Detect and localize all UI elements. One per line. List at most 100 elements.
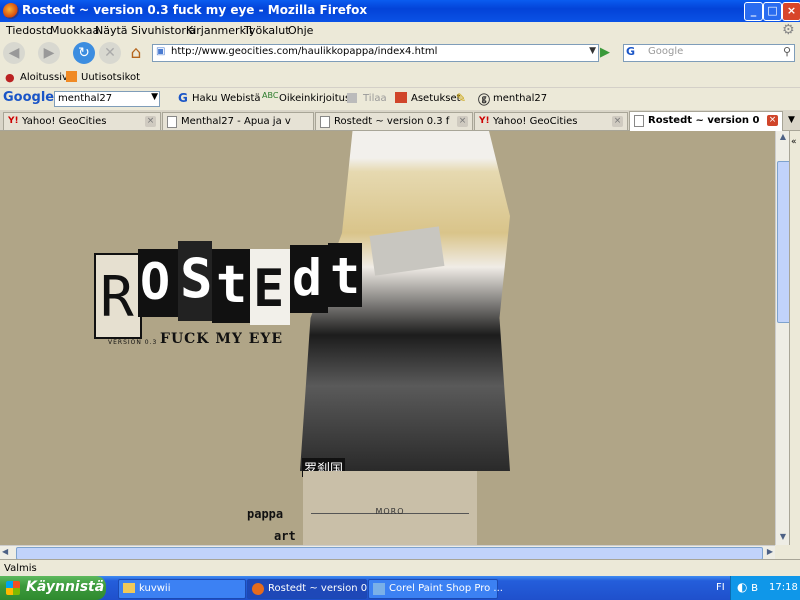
tab-yahoo-geocities-2[interactable]: Y! Yahoo! GeoCities × — [474, 112, 628, 130]
system-tray: ◐ ʙ 17:18 — [730, 576, 800, 600]
firefox-icon — [252, 583, 264, 595]
windows-logo-icon — [6, 581, 20, 595]
throbber-icon: ⚙ — [782, 22, 795, 38]
close-icon[interactable]: × — [767, 115, 778, 126]
logo-letter-o: O — [140, 253, 171, 311]
user-icon: ⓖ — [478, 93, 491, 107]
tab-menthal27[interactable]: Menthal27 - Apua ja vinkkej... — [162, 112, 314, 130]
tab-bar: Y! Yahoo! GeoCities × Menthal27 - Apua j… — [0, 110, 800, 131]
tab-label: Rostedt ~ version 0.3 fuck ... — [334, 116, 450, 127]
close-button[interactable]: × — [782, 2, 800, 21]
window-titlebar[interactable]: Rostedt ~ version 0.3 fuck my eye - Mozi… — [0, 0, 800, 22]
taskbar: Käynnistä kuvwii Rostedt ~ version 0....… — [0, 576, 800, 600]
address-url: http://www.geocities.com/haulikkopappa/i… — [171, 46, 438, 57]
tab-label: Yahoo! GeoCities — [493, 116, 578, 127]
page-icon — [167, 116, 177, 128]
rss-icon — [347, 93, 357, 103]
google-toolbar: Google menthal27 ▼ G Haku Webistä ABC Oi… — [0, 87, 800, 110]
chevron-down-icon[interactable]: ▼ — [589, 46, 596, 56]
asetukset-button[interactable]: Asetukset — [411, 93, 461, 104]
menu-muokkaa[interactable]: Muokkaa — [50, 24, 99, 37]
close-icon[interactable]: × — [457, 116, 468, 127]
forward-icon[interactable]: ▶ — [38, 42, 60, 64]
home-icon[interactable]: ⌂ — [125, 42, 147, 64]
user-name[interactable]: menthal27 — [493, 93, 547, 104]
chevron-left-icon[interactable]: « — [791, 137, 797, 147]
google-query-value: menthal27 — [58, 93, 113, 104]
horizontal-scrollbar[interactable]: ◀ ▶ — [0, 545, 775, 560]
reload-icon[interactable]: ↻ — [73, 42, 95, 64]
bookmark-uutisotsikot[interactable]: Uutisotsikot — [81, 72, 140, 83]
sidebar-toggle[interactable]: « — [789, 131, 800, 545]
chevron-down-icon[interactable]: ▼ — [151, 92, 158, 102]
folder-icon — [123, 583, 135, 593]
highlighter-icon[interactable]: ✎ — [456, 91, 466, 105]
haku-webista-button[interactable]: Haku Webistä — [192, 93, 261, 104]
task-corel[interactable]: Corel Paint Shop Pro ... — [368, 579, 503, 599]
scroll-right-icon[interactable]: ▶ — [767, 547, 773, 556]
rss-icon — [66, 71, 77, 82]
page-content[interactable]: 罗刹国 R O S t E d t VERSION 0.3 FUCK MY EY… — [0, 131, 775, 545]
close-icon[interactable]: × — [612, 116, 623, 127]
menu-link-moro[interactable]: MORO — [303, 507, 477, 516]
back-icon[interactable]: ◀ — [3, 42, 25, 64]
art-text: art — [274, 529, 296, 543]
tilaa-button[interactable]: Tilaa — [363, 93, 387, 104]
task-label: Rostedt ~ version 0.... — [268, 583, 380, 594]
search-placeholder: Google — [648, 46, 684, 57]
pappa-text: pappa — [247, 507, 284, 521]
tab-list-icon[interactable]: ▼ — [788, 115, 795, 125]
status-text: Valmis — [4, 563, 37, 574]
google-g-icon: G — [178, 91, 188, 105]
magnifier-icon[interactable]: ⚲ — [783, 45, 791, 58]
menu-ohje[interactable]: Ohje — [288, 24, 313, 37]
window-title: Rostedt ~ version 0.3 fuck my eye - Mozi… — [22, 3, 368, 17]
vertical-scrollbar[interactable]: ▲ ▼ — [775, 131, 791, 545]
logo-letter-r: R — [100, 265, 134, 330]
stop-icon[interactable]: ✕ — [99, 42, 121, 64]
google-query-input[interactable]: menthal27 ▼ — [54, 91, 160, 107]
go-button[interactable]: ▶ — [600, 45, 610, 60]
start-label: Käynnistä — [26, 579, 105, 595]
page-icon: ▣ — [156, 46, 166, 57]
search-engine-icon[interactable]: G — [626, 45, 635, 58]
maximize-button[interactable]: □ — [763, 2, 782, 21]
clock[interactable]: 17:18 — [769, 582, 798, 593]
google-logo[interactable]: Google — [3, 90, 54, 105]
tab-rostedt-active[interactable]: Rostedt ~ version 0.3 fu... × — [629, 111, 783, 131]
menu-panel: MORO — [303, 471, 477, 545]
network-icon[interactable]: ◐ — [737, 580, 747, 594]
close-icon[interactable]: × — [145, 116, 156, 127]
ladybug-icon: ● — [5, 71, 15, 84]
logo-letter-d: d — [292, 249, 323, 307]
menu-tyokalut[interactable]: Työkalut — [244, 24, 290, 37]
firefox-icon — [3, 3, 19, 19]
menu-tiedosto[interactable]: Tiedosto — [6, 24, 53, 37]
version-text: VERSION 0.3 — [108, 339, 158, 346]
bookmarks-toolbar: ● Aloitussivu Uutisotsikot — [0, 68, 800, 87]
scroll-left-icon[interactable]: ◀ — [2, 547, 8, 556]
oikeinkirjoitus-button[interactable]: Oikeinkirjoitus — [279, 93, 350, 104]
minimize-button[interactable]: _ — [744, 2, 763, 21]
tab-label: Yahoo! GeoCities — [22, 116, 107, 127]
task-firefox[interactable]: Rostedt ~ version 0.... — [247, 579, 380, 599]
menu-bar: Tiedosto Muokkaa Näytä Sivuhistoria Kirj… — [0, 22, 800, 39]
logo-letter-s: S — [180, 247, 213, 310]
tab-label: Menthal27 - Apua ja vinkkej... — [181, 116, 291, 127]
address-bar[interactable]: ▣ http://www.geocities.com/haulikkopappa… — [152, 44, 599, 62]
task-kuvwii[interactable]: kuvwii — [118, 579, 246, 599]
tab-label: Rostedt ~ version 0.3 fu... — [648, 115, 760, 126]
menu-nayta[interactable]: Näytä — [95, 24, 128, 37]
tab-yahoo-geocities-1[interactable]: Y! Yahoo! GeoCities × — [3, 112, 161, 130]
page-icon — [320, 116, 330, 128]
logo-letter-e: E — [253, 259, 285, 319]
scroll-down-icon[interactable]: ▼ — [777, 532, 789, 544]
logo-letter-t: t — [216, 255, 248, 315]
tab-rostedt-1[interactable]: Rostedt ~ version 0.3 fuck ... × — [315, 112, 473, 130]
start-button[interactable]: Käynnistä — [0, 576, 106, 600]
bluetooth-icon[interactable]: ʙ — [751, 580, 758, 594]
search-bar[interactable]: G Google ⚲ — [623, 44, 795, 62]
slogan-text: FUCK MY EYE — [160, 331, 284, 347]
language-indicator[interactable]: FI — [716, 582, 725, 593]
scroll-up-icon[interactable]: ▲ — [777, 132, 789, 144]
